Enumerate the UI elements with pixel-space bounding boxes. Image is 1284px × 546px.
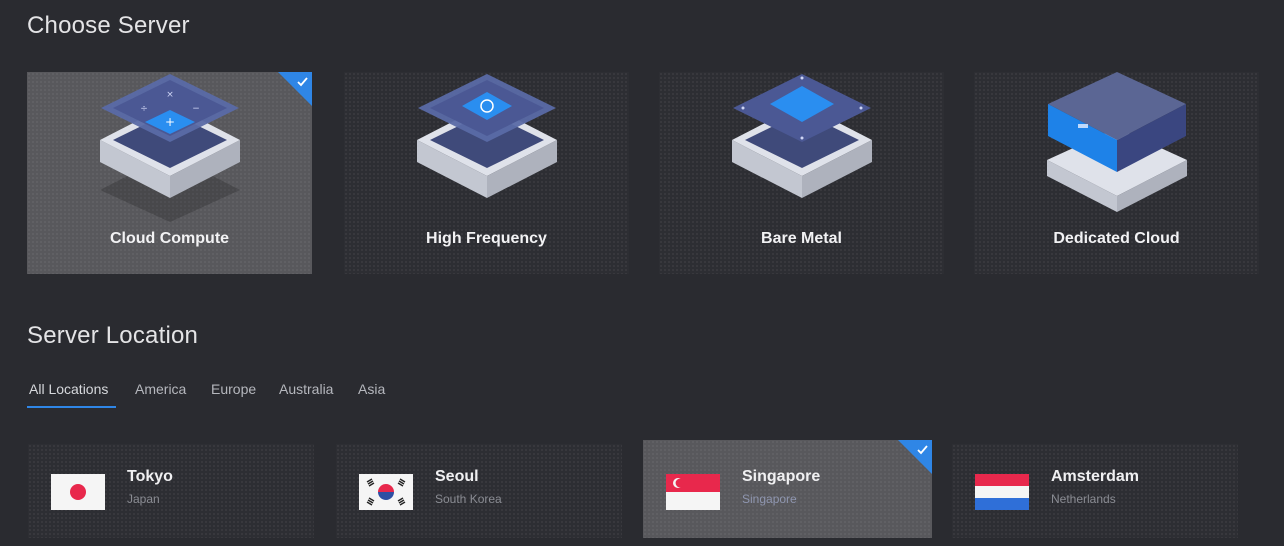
active-tab-indicator xyxy=(27,406,116,408)
choose-server-heading: Choose Server xyxy=(27,12,190,39)
dedicated-cloud-illustration-icon xyxy=(1047,72,1187,212)
server-option-high-frequency[interactable]: High Frequency xyxy=(344,72,629,274)
location-option-singapore[interactable]: Singapore Singapore xyxy=(643,440,932,538)
netherlands-flag-icon xyxy=(975,474,1029,510)
location-country: Netherlands xyxy=(1051,492,1116,506)
svg-text:×: × xyxy=(166,90,174,100)
svg-text:÷: ÷ xyxy=(140,104,148,114)
tab-all-locations[interactable]: All Locations xyxy=(29,381,108,405)
server-option-label: Cloud Compute xyxy=(109,230,230,247)
selected-check-icon xyxy=(898,440,932,474)
location-country: South Korea xyxy=(435,492,502,506)
tab-australia[interactable]: Australia xyxy=(279,381,333,405)
location-city: Singapore xyxy=(742,468,821,485)
japan-flag-icon xyxy=(51,474,105,510)
high-frequency-illustration-icon xyxy=(417,74,557,198)
server-option-bare-metal[interactable]: Bare Metal xyxy=(659,72,944,274)
tab-america[interactable]: America xyxy=(135,381,186,405)
svg-text:+: + xyxy=(165,115,175,129)
singapore-flag-icon xyxy=(666,474,720,510)
tab-asia[interactable]: Asia xyxy=(358,381,385,405)
south-korea-flag-icon xyxy=(359,474,413,510)
server-location-heading: Server Location xyxy=(27,322,199,349)
server-option-label: Dedicated Cloud xyxy=(1053,230,1180,247)
cloud-compute-illustration-icon: + − × ÷ xyxy=(100,74,240,222)
svg-text:−: − xyxy=(192,104,200,114)
server-option-dedicated-cloud[interactable]: Dedicated Cloud xyxy=(974,72,1259,274)
location-option-seoul[interactable]: Seoul South Korea xyxy=(336,444,622,538)
location-city: Tokyo xyxy=(127,468,173,485)
location-option-tokyo[interactable]: Tokyo Japan xyxy=(28,444,314,538)
server-option-label: Bare Metal xyxy=(761,230,842,247)
server-option-cloud-compute[interactable]: + − × ÷ Cloud Compute xyxy=(27,72,312,274)
location-city: Seoul xyxy=(435,468,479,485)
location-country: Japan xyxy=(127,492,160,506)
location-city: Amsterdam xyxy=(1051,468,1140,485)
location-country: Singapore xyxy=(742,492,797,506)
server-option-label: High Frequency xyxy=(426,230,547,247)
selected-check-icon xyxy=(278,72,312,106)
location-option-amsterdam[interactable]: Amsterdam Netherlands xyxy=(952,444,1238,538)
tab-europe[interactable]: Europe xyxy=(211,381,256,405)
bare-metal-illustration-icon xyxy=(732,74,872,198)
